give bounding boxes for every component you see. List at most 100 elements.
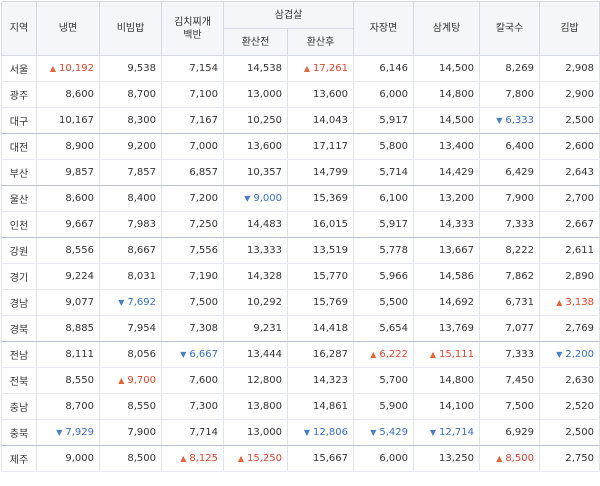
price-value: 2,700 [565,193,595,204]
price-cell: 13,800 [223,393,288,420]
price-cell: 7,308 [161,315,224,342]
price-value: 7,333 [505,349,535,360]
table-row: 경기 9,224 8,031 7,190 14,328 15,770 5,966 14,586… [1,263,600,290]
price-value: 8,900 [65,141,94,152]
triangle-up-icon: ▲ [303,64,311,73]
price-cell: 13,000 [223,81,288,108]
price-cell: 8,111 [36,341,100,368]
price-cell: 5,800 [353,133,415,160]
header-jajangmyeon: 자장면 [353,1,415,56]
price-value: 8,700 [65,401,94,412]
triangle-up-icon: ▲ [370,350,377,359]
price-value: 5,800 [379,141,409,152]
price-cell: 17,117 [286,133,355,160]
price-cell: ▲ 15,111 [413,341,481,368]
price-value: 14,323 [313,375,349,386]
region-cell: 전북 [1,367,37,394]
triangle-up-icon: ▲ [237,454,244,463]
price-cell: ▼ 7,929 [36,419,100,446]
price-cell: 5,654 [353,315,415,342]
header-region: 지역 [1,1,37,56]
table-body: 서울 ▲ 10,192 9,538 7,154 14,538 ▲ 17,261 6,146 14,… [1,55,600,472]
triangle-down-icon: ▼ [556,350,563,359]
price-value: 9,538 [127,63,156,74]
price-value: 7,300 [189,401,218,412]
price-value: 2,200 [565,349,595,360]
region-cell: 경북 [1,315,37,342]
price-value: 14,586 [439,271,475,282]
price-cell: 8,556 [36,237,100,264]
price-value: 7,983 [127,219,156,230]
price-value: 9,857 [65,167,94,178]
price-cell: 8,600 [36,185,100,212]
table-row: 부산 9,857 7,857 6,857 10,357 14,799 5,714 14,429… [1,159,600,186]
price-value: 6,222 [379,349,409,360]
table-row: 울산 8,600 8,400 7,200 ▼ 9,000 15,369 6,100 13,200… [1,185,600,212]
price-cell: 2,500 [539,419,600,446]
price-value: 15,250 [247,453,282,464]
price-table: 지역 냉면 비빔밥 김치찌개 백반 삼겹살 자장면 삼계탕 칼국수 김밥 환산전… [1,1,600,472]
price-cell: 5,778 [353,237,415,264]
price-value: 6,100 [379,193,409,204]
price-cell: 2,700 [539,185,600,212]
price-value: 12,714 [439,427,475,438]
price-value: 14,799 [313,167,349,178]
price-value: 2,750 [565,453,595,464]
price-value: 8,111 [65,349,94,360]
header-samgyeopsal-before: 환산전 [223,28,288,56]
price-cell: ▼ 12,806 [286,419,355,446]
price-cell: 13,250 [413,445,481,472]
price-cell: 8,031 [99,263,162,290]
region-cell: 서울 [1,55,37,82]
price-cell: ▲ 3,138 [539,289,600,316]
price-value: 8,125 [189,453,218,464]
price-cell: 13,769 [413,315,481,342]
price-cell: 14,429 [413,159,481,186]
region-cell: 제주 [1,445,37,472]
price-cell: 16,287 [286,341,355,368]
price-value: 2,520 [565,401,595,412]
price-value: 9,077 [65,297,94,308]
header-bibimbap: 비빔밥 [99,1,162,56]
price-cell: 2,890 [539,263,600,290]
price-value: 9,667 [65,219,94,230]
price-cell: 5,700 [353,367,415,394]
triangle-up-icon: ▲ [556,298,563,307]
price-value: 8,500 [127,453,156,464]
price-cell: 7,167 [161,107,224,134]
price-value: 7,450 [505,375,535,386]
price-value: 2,667 [565,219,595,230]
price-cell: 2,667 [539,211,600,238]
price-cell: 7,300 [161,393,224,420]
price-value: 5,500 [379,297,409,308]
price-value: 7,000 [189,141,218,152]
price-value: 7,154 [189,63,218,74]
price-cell: 15,369 [286,185,355,212]
price-value: 14,418 [313,323,349,334]
table-row: 충남 8,700 8,550 7,300 13,800 14,861 5,900 14,100… [1,393,600,420]
price-value: 13,600 [247,141,282,152]
price-cell: 7,450 [479,367,541,394]
price-value: 8,885 [65,323,94,334]
triangle-down-icon: ▼ [180,350,187,359]
table-row: 경북 8,885 7,954 7,308 9,231 14,418 5,654 13,769 7… [1,315,600,342]
price-cell: 8,885 [36,315,100,342]
price-cell: 14,333 [413,211,481,238]
region-cell: 충남 [1,393,37,420]
price-value: 8,600 [65,193,94,204]
price-cell: 14,500 [413,55,481,82]
price-cell: 8,550 [36,367,100,394]
price-cell: 8,300 [99,107,162,134]
price-value: 7,900 [127,427,156,438]
price-value: 5,917 [379,115,409,126]
triangle-down-icon: ▼ [370,428,377,437]
price-value: 10,250 [247,115,282,126]
price-cell: 7,600 [161,367,224,394]
header-kalguksu: 칼국수 [479,1,541,56]
price-value: 2,500 [565,115,595,126]
region-cell: 경남 [1,289,37,316]
price-value: 8,400 [127,193,156,204]
region-cell: 전남 [1,341,37,368]
price-cell: 7,100 [161,81,224,108]
triangle-up-icon: ▲ [180,454,187,463]
